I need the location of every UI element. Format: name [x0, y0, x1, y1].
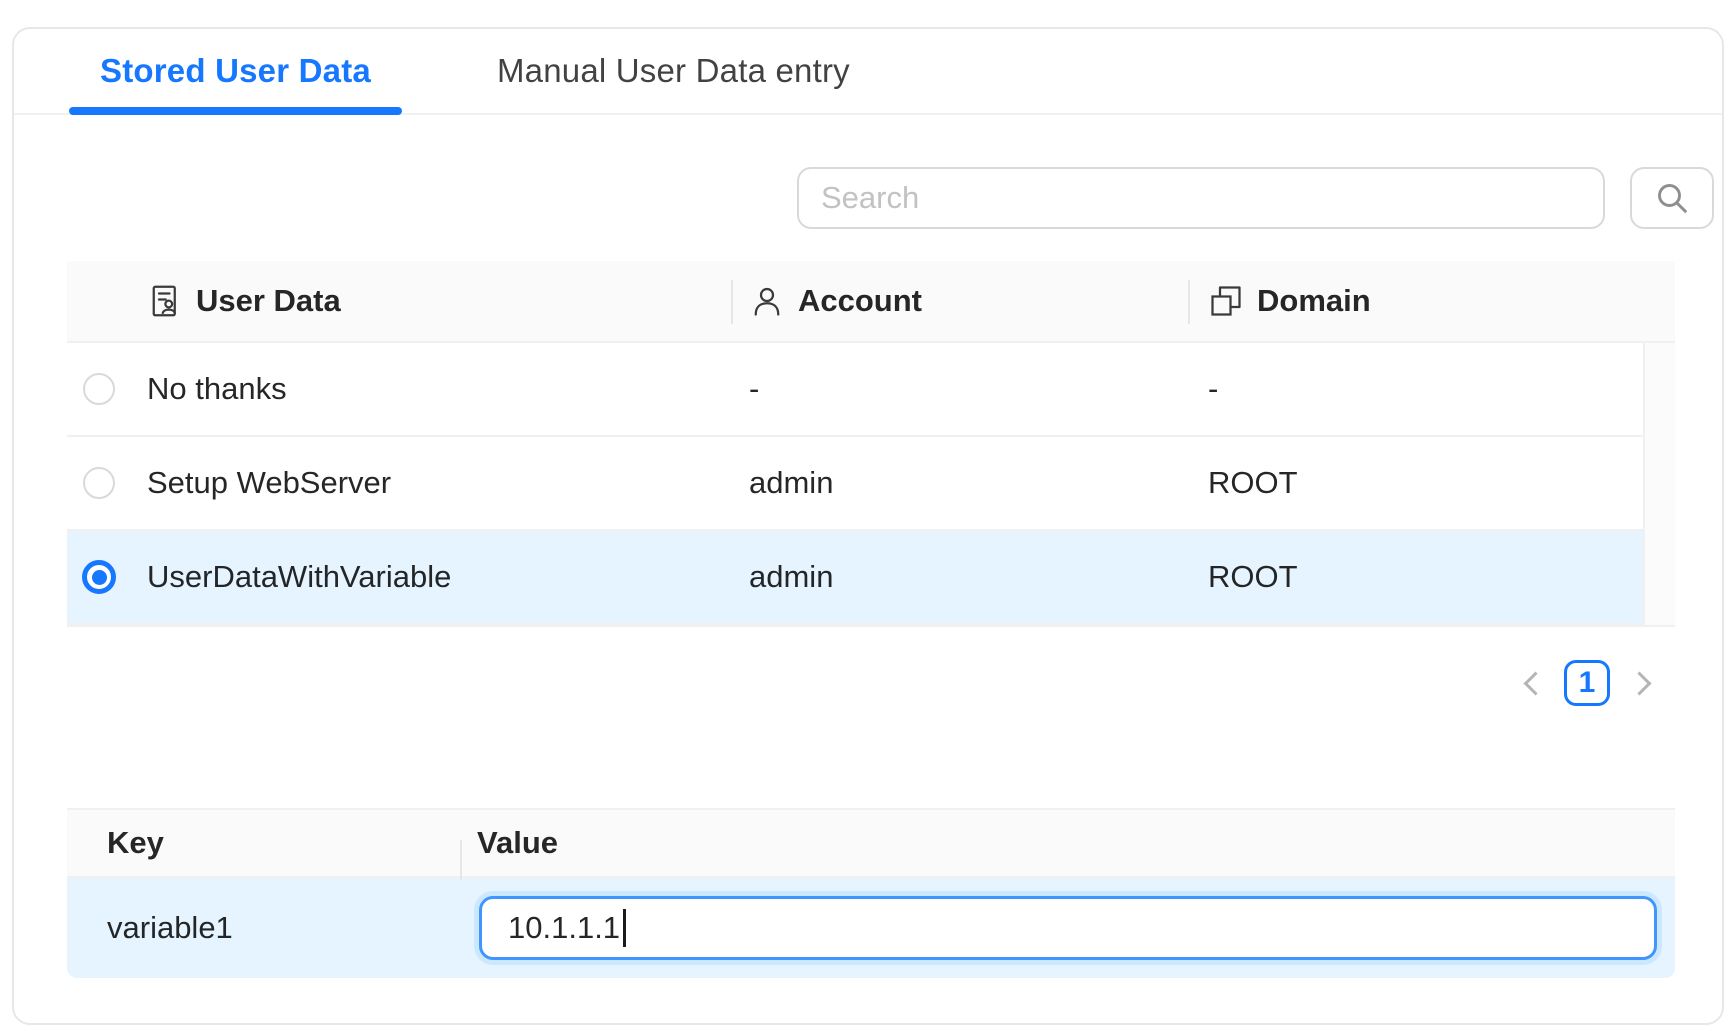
pagination-prev-button[interactable] — [1516, 660, 1546, 706]
variables-table: Key Value variable1 10.1.1.1 — [67, 808, 1675, 978]
cell-account: admin — [731, 465, 1188, 501]
tab-manual-user-data-entry[interactable]: Manual User Data entry — [466, 29, 881, 113]
user-data-dialog: Stored User Data Manual User Data entry — [12, 27, 1724, 1025]
table-row-userdatawithvariable[interactable]: UserDataWithVariable admin ROOT — [67, 531, 1643, 625]
column-label-account: Account — [798, 283, 922, 319]
search-icon — [1652, 178, 1692, 218]
variable-row: variable1 10.1.1.1 — [67, 878, 1675, 978]
value-input-text: 10.1.1.1 — [508, 910, 620, 946]
radio-setup-webserver[interactable] — [83, 467, 115, 499]
cell-account: admin — [731, 559, 1188, 595]
column-header-user-data: User Data — [131, 261, 731, 341]
block-icon — [1208, 283, 1244, 319]
text-cursor — [623, 909, 626, 947]
variable-value-cell: 10.1.1.1 — [460, 896, 1675, 960]
pagination-next-button[interactable] — [1628, 660, 1658, 706]
pagination-page-1[interactable]: 1 — [1564, 660, 1610, 706]
cell-user-data: Setup WebServer — [131, 465, 731, 501]
cell-domain: ROOT — [1188, 465, 1643, 501]
cell-domain: ROOT — [1188, 559, 1643, 595]
table-body: No thanks - - Setup WebServer admin ROOT… — [67, 343, 1675, 627]
column-header-domain: Domain — [1188, 261, 1675, 341]
cell-account: - — [731, 371, 1188, 407]
column-label-domain: Domain — [1257, 283, 1371, 319]
column-label-user-data: User Data — [196, 283, 341, 319]
table-header: User Data Account Domain — [67, 261, 1675, 343]
chevron-right-icon — [1627, 671, 1651, 695]
variable-key: variable1 — [67, 910, 460, 946]
solution-icon — [147, 283, 183, 319]
cell-user-data: No thanks — [131, 371, 731, 407]
cell-domain: - — [1188, 371, 1643, 407]
chevron-left-icon — [1523, 671, 1547, 695]
cell-user-data: UserDataWithVariable — [131, 559, 731, 595]
variables-table-header: Key Value — [67, 808, 1675, 878]
pagination: 1 — [14, 660, 1658, 706]
search-input[interactable] — [797, 167, 1605, 229]
table-row-no-thanks[interactable]: No thanks - - — [67, 343, 1643, 437]
user-icon — [749, 283, 785, 319]
selection-column-header — [67, 261, 131, 341]
column-header-key: Key — [67, 825, 460, 861]
column-header-account: Account — [731, 261, 1188, 341]
radio-no-thanks[interactable] — [83, 373, 115, 405]
column-header-value: Value — [460, 825, 1675, 861]
search-button[interactable] — [1630, 167, 1714, 229]
user-data-table: User Data Account Domain No thanks — [67, 261, 1675, 627]
tab-bar: Stored User Data Manual User Data entry — [14, 29, 1722, 115]
table-scrollbar[interactable] — [1643, 343, 1675, 625]
radio-userdatawithvariable[interactable] — [82, 560, 116, 594]
tab-stored-user-data[interactable]: Stored User Data — [69, 29, 402, 113]
table-row-setup-webserver[interactable]: Setup WebServer admin ROOT — [67, 437, 1643, 531]
search-row — [14, 167, 1722, 229]
value-input[interactable]: 10.1.1.1 — [479, 896, 1657, 960]
